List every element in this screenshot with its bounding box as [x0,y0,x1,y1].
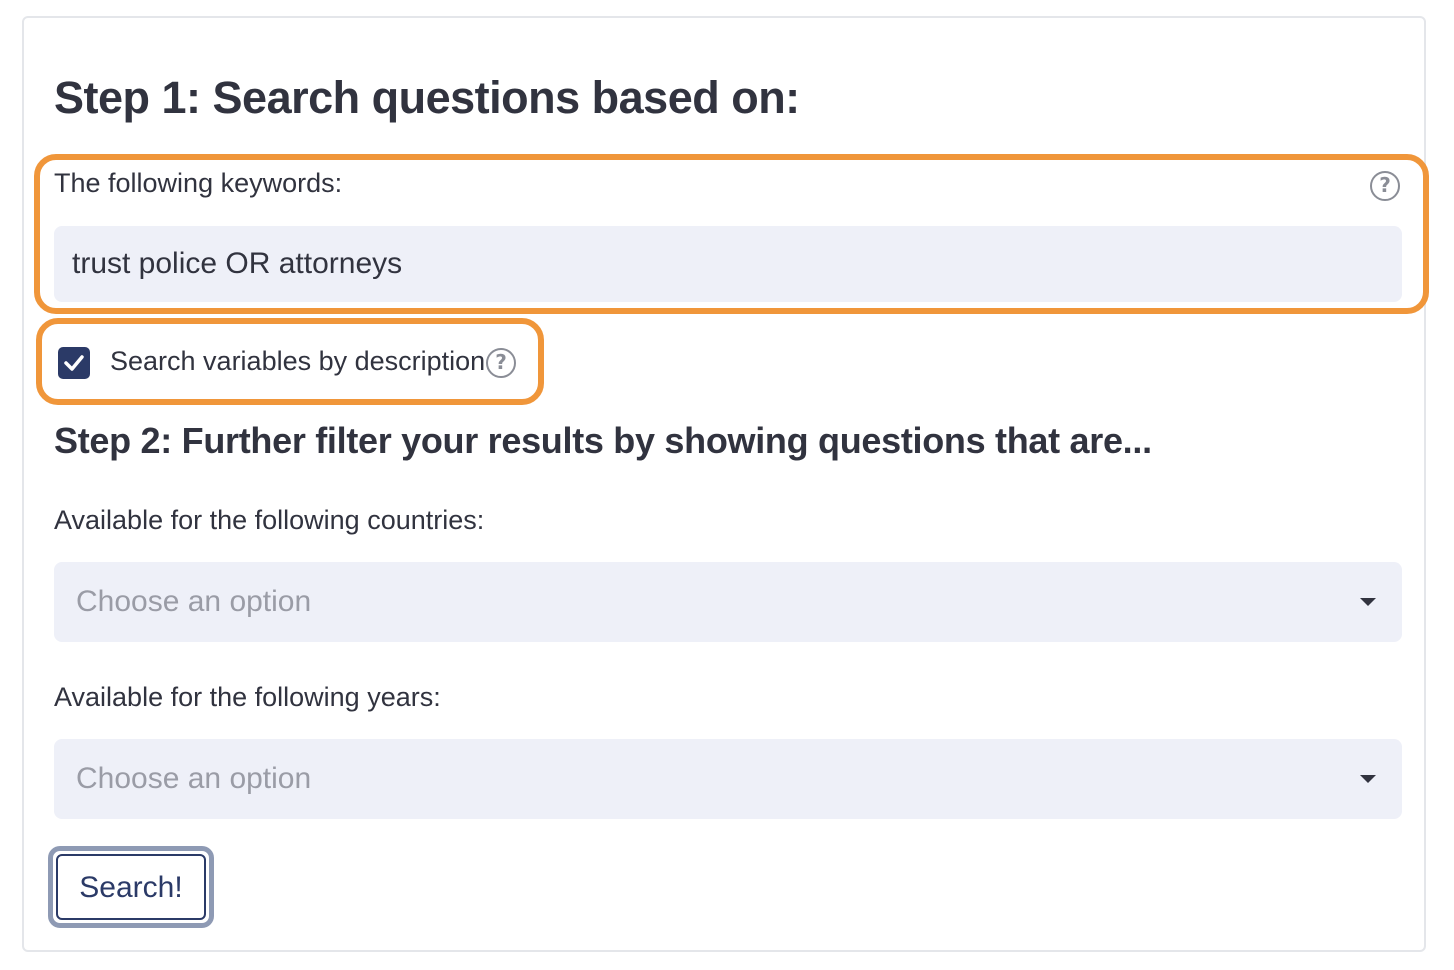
search-by-description-label[interactable]: Search variables by description [110,346,485,377]
step2-title: Step 2: Further filter your results by s… [54,420,1152,461]
years-select-placeholder: Choose an option [76,762,312,795]
step1-title: Step 1: Search questions based on: [54,72,800,123]
help-icon[interactable]: ? [486,348,516,378]
keywords-label: The following keywords: [54,168,343,198]
countries-label: Available for the following countries: [54,505,485,535]
keywords-input[interactable]: trust police OR attorneys [54,226,1402,302]
chevron-down-icon [1360,598,1376,606]
years-label: Available for the following years: [54,682,441,712]
search-button-label: Search! [56,854,206,920]
search-by-description-checkbox[interactable] [58,347,90,379]
help-icon[interactable]: ? [1370,171,1400,201]
search-button[interactable]: Search! [48,846,214,928]
checkmark-icon [64,355,84,371]
years-select[interactable]: Choose an option [54,739,1402,819]
countries-select-placeholder: Choose an option [76,585,312,618]
chevron-down-icon [1360,775,1376,783]
countries-select[interactable]: Choose an option [54,562,1402,642]
